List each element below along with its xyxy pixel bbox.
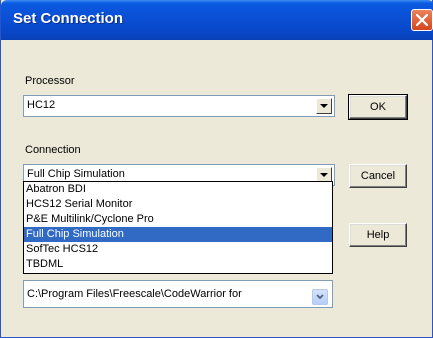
path-value: C:\Program Files\Freescale\CodeWarrior f… (27, 288, 242, 300)
dropdown-option-pe-multilink[interactable]: P&E Multilink/Cyclone Pro (24, 212, 332, 227)
dropdown-option-tbdml[interactable]: TBDML (24, 257, 332, 272)
processor-select[interactable]: HC12 (23, 95, 335, 117)
processor-value: HC12 (27, 99, 56, 111)
connection-label: Connection (25, 144, 81, 156)
help-button[interactable]: Help (349, 223, 407, 247)
close-button[interactable] (411, 9, 433, 31)
connection-dropdown-list[interactable]: Abatron BDI HCS12 Serial Monitor P&E Mul… (23, 181, 333, 274)
title-bar[interactable]: Set Connection (1, 0, 433, 40)
connection-value: Full Chip Simulation (27, 168, 125, 180)
ok-button[interactable]: OK (348, 94, 408, 120)
path-dropdown-button[interactable] (312, 289, 328, 305)
dropdown-option-abatron-bdi[interactable]: Abatron BDI (24, 182, 332, 197)
dropdown-option-full-chip-simulation[interactable]: Full Chip Simulation (24, 227, 332, 242)
dropdown-option-softec-hcs12[interactable]: SofTec HCS12 (24, 242, 332, 257)
processor-label: Processor (25, 75, 75, 87)
window-title: Set Connection (13, 10, 124, 27)
chevron-down-icon (320, 104, 328, 108)
chevron-down-icon (320, 173, 328, 177)
path-combo[interactable]: C:\Program Files\Freescale\CodeWarrior f… (23, 280, 333, 308)
dropdown-option-hcs12-serial-monitor[interactable]: HCS12 Serial Monitor (24, 197, 332, 212)
set-connection-dialog: Set Connection Processor HC12 OK Connect… (0, 0, 433, 338)
processor-dropdown-button[interactable] (316, 98, 332, 114)
cancel-button[interactable]: Cancel (349, 164, 407, 188)
close-icon (416, 14, 428, 26)
chevron-down-icon (316, 294, 324, 300)
